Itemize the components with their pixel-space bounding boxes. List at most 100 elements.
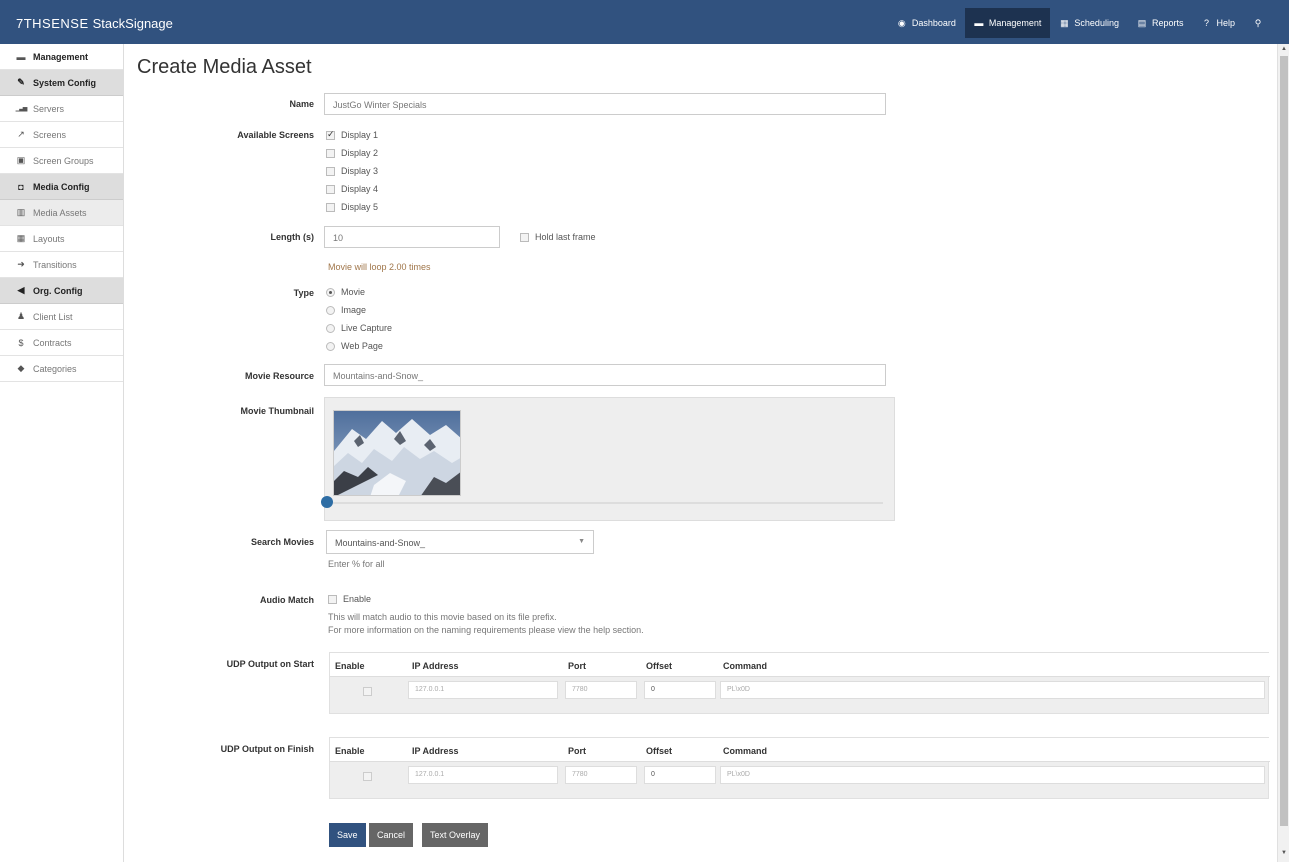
length-input[interactable]: 10 bbox=[324, 226, 500, 248]
udp-start-ip-input[interactable]: 127.0.0.1 bbox=[408, 681, 558, 699]
movie-thumbnail-image bbox=[333, 410, 461, 496]
thumbnail-scrubber-track[interactable] bbox=[331, 502, 883, 504]
checkbox[interactable] bbox=[326, 166, 335, 176]
tags-icon: ◆ bbox=[17, 363, 25, 373]
sidebar-group-media-config[interactable]: ◘ Media Config bbox=[0, 174, 123, 200]
checkbox[interactable] bbox=[326, 148, 335, 158]
col-ip-address: IP Address bbox=[412, 746, 459, 756]
radio[interactable] bbox=[326, 323, 335, 333]
udp-start-port-input[interactable]: 7780 bbox=[565, 681, 637, 699]
screen-option-display-4[interactable]: Display 4 bbox=[326, 180, 378, 198]
checkbox[interactable] bbox=[326, 184, 335, 194]
nav-scheduling[interactable]: ▦ Scheduling bbox=[1050, 8, 1128, 38]
movie-thumbnail-label: Movie Thumbnail bbox=[240, 406, 314, 416]
udp-finish-port-input[interactable]: 7780 bbox=[565, 766, 637, 784]
nav-reports[interactable]: ▤ Reports bbox=[1128, 8, 1193, 38]
page-scrollbar[interactable]: ▲ ▼ bbox=[1277, 44, 1289, 862]
col-ip-address: IP Address bbox=[412, 661, 459, 671]
scroll-down-icon[interactable]: ▼ bbox=[1281, 850, 1287, 856]
nav-help[interactable]: ? Help bbox=[1192, 8, 1244, 38]
udp-finish-enable-checkbox[interactable] bbox=[363, 772, 372, 781]
name-input[interactable]: JustGo Winter Specials bbox=[324, 93, 886, 115]
type-option-label: Image bbox=[341, 305, 367, 315]
sidebar-item-transitions[interactable]: ➜ Transitions bbox=[0, 252, 123, 278]
top-navbar: 7THSENSE StackSignage ◉ Dashboard ▬ Managem… bbox=[0, 0, 1289, 44]
udp-start-enable-checkbox[interactable] bbox=[363, 687, 372, 696]
udp-finish-offset-input[interactable]: 0 bbox=[644, 766, 716, 784]
scroll-up-icon[interactable]: ▲ bbox=[1281, 46, 1287, 52]
col-enable: Enable bbox=[335, 746, 365, 756]
thumbnail-scrubber-handle[interactable] bbox=[321, 496, 333, 508]
main-content: Create Media Asset Name JustGo Winter Sp… bbox=[124, 44, 1277, 862]
type-option-image[interactable]: Image bbox=[326, 301, 392, 319]
radio[interactable] bbox=[326, 305, 335, 315]
search-movies-select[interactable]: Mountains-and-Snow_ ▼ bbox=[326, 530, 594, 554]
brand-prefix: 7THSENSE bbox=[16, 16, 89, 31]
nav-dashboard[interactable]: ◉ Dashboard bbox=[888, 8, 965, 38]
scrollbar-thumb[interactable] bbox=[1280, 56, 1288, 826]
sidebar-item-layouts[interactable]: ▦ Layouts bbox=[0, 226, 123, 252]
hold-last-frame-label: Hold last frame bbox=[535, 232, 596, 242]
sidebar-group-org-config[interactable]: ◀ Org. Config bbox=[0, 278, 123, 304]
type-option-label: Live Capture bbox=[341, 323, 393, 333]
megaphone-icon: ◀ bbox=[17, 285, 25, 295]
search-movies-label: Search Movies bbox=[250, 537, 314, 547]
hold-last-frame-option[interactable]: Hold last frame bbox=[520, 228, 596, 246]
text-overlay-button[interactable]: Text Overlay bbox=[422, 823, 489, 847]
screen-option-display-2[interactable]: Display 2 bbox=[326, 144, 378, 162]
management-icon: ▬ bbox=[16, 51, 26, 62]
screen-option-display-5[interactable]: Display 5 bbox=[326, 198, 378, 216]
search-movies-value: Mountains-and-Snow_ bbox=[335, 538, 426, 548]
type-label: Type bbox=[293, 288, 314, 298]
screen-option-display-3[interactable]: Display 3 bbox=[326, 162, 378, 180]
checkbox-checked[interactable] bbox=[326, 129, 335, 140]
calendar-icon: ▦ bbox=[1060, 17, 1069, 28]
audio-enable-label: Enable bbox=[343, 594, 372, 604]
media-icon: ◘ bbox=[18, 181, 24, 192]
audio-match-enable-option[interactable]: Enable bbox=[328, 590, 371, 608]
udp-finish-ip-input[interactable]: 127.0.0.1 bbox=[408, 766, 558, 784]
sidebar-item-management[interactable]: ▬ Management bbox=[0, 44, 123, 70]
nav-label: Scheduling bbox=[1074, 18, 1119, 28]
udp-start-command-input[interactable]: PL\x0D bbox=[720, 681, 1265, 699]
name-label: Name bbox=[289, 99, 314, 109]
type-option-web-page[interactable]: Web Page bbox=[326, 337, 392, 355]
brand-app-name: StackSignage bbox=[92, 16, 173, 31]
management-icon: ▬ bbox=[974, 18, 984, 28]
sidebar-item-screen-groups[interactable]: ▣ Screen Groups bbox=[0, 148, 123, 174]
checkbox[interactable] bbox=[328, 594, 337, 604]
sidebar-item-media-assets[interactable]: ▥ Media Assets bbox=[0, 200, 123, 226]
screen-option-display-1[interactable]: Display 1 bbox=[326, 126, 378, 144]
sidebar-item-label: Servers bbox=[33, 103, 65, 114]
cancel-button[interactable]: Cancel bbox=[369, 823, 414, 847]
checkbox[interactable] bbox=[520, 232, 529, 242]
sidebar-item-screens[interactable]: ↗ Screens bbox=[0, 122, 123, 148]
sidebar-item-categories[interactable]: ◆ Categories bbox=[0, 356, 123, 382]
sidebar-item-label: Categories bbox=[33, 363, 77, 374]
sidebar-item-servers[interactable]: ▁▃▅ Servers bbox=[0, 96, 123, 122]
sidebar-item-client-list[interactable]: ♟ Client List bbox=[0, 304, 123, 330]
radio[interactable] bbox=[326, 341, 335, 351]
movie-resource-label: Movie Resource bbox=[244, 371, 314, 381]
udp-finish-command-input[interactable]: PL\x0D bbox=[720, 766, 1265, 784]
type-option-live-capture[interactable]: Live Capture bbox=[326, 319, 392, 337]
udp-start-offset-input[interactable]: 0 bbox=[644, 681, 716, 699]
type-radio-group: Movie Image Live Capture Web Page bbox=[326, 283, 392, 355]
brand-logo[interactable]: 7THSENSE StackSignage bbox=[16, 16, 173, 31]
sidebar-item-label: Contracts bbox=[33, 337, 72, 348]
col-offset: Offset bbox=[646, 746, 673, 756]
checkbox[interactable] bbox=[326, 202, 335, 212]
nav-management[interactable]: ▬ Management bbox=[964, 8, 1051, 38]
nav-user[interactable]: ⚲ bbox=[1244, 8, 1277, 38]
type-option-movie[interactable]: Movie bbox=[326, 283, 392, 301]
movie-resource-input[interactable]: Mountains-and-Snow_ bbox=[324, 364, 886, 386]
save-button[interactable]: Save bbox=[329, 823, 366, 847]
sidebar-item-label: Screens bbox=[33, 129, 67, 140]
sidebar-group-system-config[interactable]: ✎ System Config bbox=[0, 70, 123, 96]
sidebar-item-contracts[interactable]: $ Contracts bbox=[0, 330, 123, 356]
screen-option-label: Display 2 bbox=[341, 148, 379, 158]
radio-selected[interactable] bbox=[326, 287, 335, 297]
udp-finish-header: Enable IP Address Port Offset Command bbox=[330, 738, 1270, 762]
type-option-label: Web Page bbox=[341, 341, 383, 351]
loop-hint: Movie will loop 2.00 times bbox=[328, 262, 431, 272]
